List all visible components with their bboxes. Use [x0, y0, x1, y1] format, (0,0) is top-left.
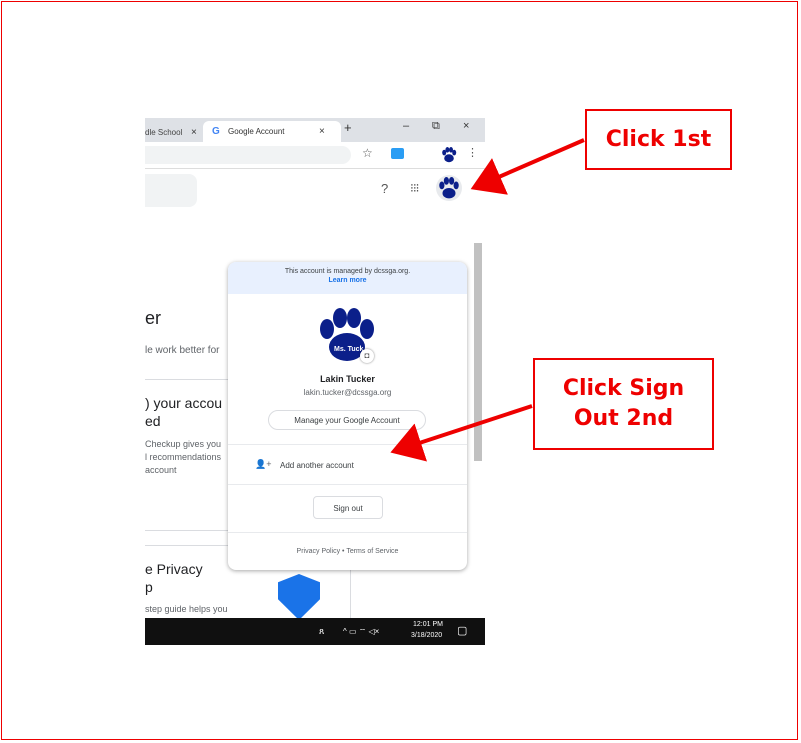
arrow-to-signout: [390, 404, 533, 462]
annotation-arrows: [390, 138, 585, 462]
arrow-to-avatar: [470, 138, 585, 195]
